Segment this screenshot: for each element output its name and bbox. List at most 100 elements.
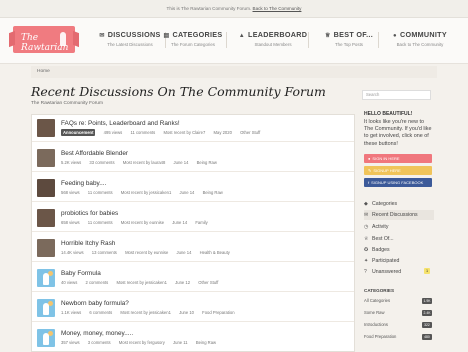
avatar[interactable]: [37, 149, 55, 167]
tag-icon: ◆: [364, 201, 368, 207]
nav-leaderboard[interactable]: ▲ LEADERBOARD Standout Members: [235, 30, 311, 47]
comment-count: 11 comments: [87, 190, 113, 195]
breadcrumb-home-link[interactable]: Home: [37, 69, 50, 74]
nav-community[interactable]: ● COMMUNITY Back to The Community: [382, 30, 458, 47]
most-recent-by[interactable]: Most recent by eunnise: [125, 250, 168, 255]
trophy-icon: ♕: [324, 33, 331, 39]
discussion-title[interactable]: Newborn baby formula?: [61, 300, 129, 307]
most-recent-by[interactable]: Most recent by jessicaken1: [120, 310, 171, 315]
discussion-title[interactable]: Best Affordable Blender: [61, 150, 128, 157]
discussion-title[interactable]: probiotics for babies: [61, 210, 118, 217]
avatar[interactable]: [37, 119, 55, 137]
category-link[interactable]: Other Stuff: [198, 280, 218, 285]
discussion-row[interactable]: Horrible Itchy Rash 14.4K views 13 comme…: [32, 235, 354, 262]
avatar[interactable]: [37, 209, 55, 227]
category-link[interactable]: Food Preparation: [202, 310, 234, 315]
sidebar-item-best-of[interactable]: ♕ Best Of...: [364, 234, 434, 244]
most-recent-by[interactable]: Most recent by eunnise: [121, 220, 164, 225]
category-label: Introductions: [364, 322, 388, 327]
avatar[interactable]: [37, 329, 55, 347]
discussion-title[interactable]: Horrible Itchy Rash: [61, 240, 115, 247]
view-count: 1.1K views: [61, 310, 82, 315]
site-logo[interactable]: The Rawtarian: [13, 26, 75, 53]
category-item-some-raw[interactable]: Some Raw 2.4K: [364, 308, 432, 318]
default-avatar-icon: [43, 273, 49, 285]
breadcrumb: Home: [31, 66, 437, 78]
sidebar-item-participated[interactable]: ✦ Participated: [364, 256, 434, 266]
last-date: May 2020: [213, 130, 232, 135]
category-link[interactable]: Being Raw: [197, 160, 217, 165]
discussion-row[interactable]: FAQs re: Points, Leaderboard and Ranks! …: [32, 115, 354, 142]
back-to-community-link[interactable]: Back to The Community: [253, 6, 302, 11]
most-recent-by[interactable]: Most recent by Claire7: [163, 130, 205, 135]
logo-text: The Rawtarian: [21, 33, 69, 53]
sidebar-item-label: Badges: [372, 247, 390, 253]
discussion-title[interactable]: Baby Formula: [61, 270, 101, 277]
comment-count: 33 comments: [89, 160, 115, 165]
signup-label: SIGNUP HERE: [373, 168, 401, 173]
view-count: 40 views: [61, 280, 78, 285]
discussion-title[interactable]: Money, money, money.....: [61, 330, 133, 337]
category-item-all[interactable]: All Categories 1.9K: [364, 296, 432, 306]
discussion-row[interactable]: Best Affordable Blender 5.2K views 33 co…: [32, 145, 354, 172]
category-link[interactable]: Family: [195, 220, 207, 225]
clock-icon: ◷: [364, 224, 369, 230]
sidebar-item-categories[interactable]: ◆ Categories: [364, 199, 434, 209]
nav-best-of[interactable]: ♕ BEST OF... The Top Posts: [311, 30, 387, 47]
category-link[interactable]: Being Raw: [203, 190, 223, 195]
discussion-row[interactable]: Money, money, money..... 357 views 3 com…: [32, 325, 354, 351]
sidebar-item-label: Best Of...: [372, 236, 394, 242]
facebook-icon: f: [368, 180, 370, 185]
default-avatar-icon: [43, 303, 49, 315]
nav-divider: [308, 32, 309, 48]
avatar[interactable]: [37, 269, 55, 287]
sidebar-item-badges[interactable]: ✪ Badges: [364, 245, 434, 255]
last-date: June 14: [176, 250, 192, 255]
default-avatar-icon: [43, 333, 49, 345]
discussion-title[interactable]: Feeding baby....: [61, 180, 106, 187]
avatar[interactable]: [37, 299, 55, 317]
nav-categories[interactable]: ▤ CATEGORIES The Forum Categories: [155, 30, 231, 47]
avatar[interactable]: [37, 179, 55, 197]
category-link[interactable]: Health & Beauty: [200, 250, 230, 255]
nav-community-label: COMMUNITY: [399, 30, 447, 39]
category-link[interactable]: Other Stuff: [240, 130, 260, 135]
category-item-food-preparation[interactable]: Food Preparation 480: [364, 332, 432, 342]
sidebar-item-label: Participated: [372, 258, 400, 264]
category-item-introductions[interactable]: Introductions 322: [364, 320, 432, 330]
discussion-row[interactable]: probiotics for babies 658 views 11 comme…: [32, 205, 354, 232]
most-recent-by[interactable]: Most recent by fergusory: [119, 340, 165, 345]
discussion-row[interactable]: Feeding baby.... 568 views 11 comments M…: [32, 175, 354, 202]
most-recent-by[interactable]: Most recent by jessicaken1: [116, 280, 167, 285]
comment-count: 3 comments: [87, 340, 111, 345]
folder-icon: ▤: [163, 33, 170, 39]
lock-icon: ●: [368, 156, 371, 161]
category-link[interactable]: Being Raw: [196, 340, 216, 345]
nav-divider: [226, 32, 227, 48]
last-date: June 14: [173, 160, 189, 165]
nav-categories-label: CATEGORIES: [172, 30, 223, 39]
discussion-meta: 14.4K views 13 comments Most recent by e…: [61, 250, 237, 255]
signup-button[interactable]: ✎ SIGNUP HERE: [364, 166, 432, 175]
user-icon: ●: [393, 33, 397, 39]
category-count: 1.9K: [422, 298, 432, 304]
facebook-signup-button[interactable]: f SIGNUP USING FACEBOOK: [364, 178, 432, 187]
sidebar-item-recent-discussions[interactable]: ✉ Recent Discussions: [364, 210, 434, 220]
most-recent-by[interactable]: Most recent by laura48: [123, 160, 166, 165]
trophy-icon: ♕: [364, 236, 369, 242]
most-recent-by[interactable]: Most recent by jessicaken1: [121, 190, 172, 195]
avatar[interactable]: [37, 239, 55, 257]
view-count: 658 views: [61, 220, 80, 225]
last-date: June 11: [173, 340, 188, 345]
comment-count: 11 comments: [87, 220, 113, 225]
sidebar-item-label: Unanswered: [372, 269, 402, 275]
search-input[interactable]: Search: [362, 90, 431, 100]
discussion-row[interactable]: Newborn baby formula? 1.1K views 6 comme…: [32, 295, 354, 322]
discussion-row[interactable]: Baby Formula 40 views 2 comments Most re…: [32, 265, 354, 292]
nav-leaderboard-sub: Standout Members: [254, 42, 292, 47]
discussion-title[interactable]: FAQs re: Points, Leaderboard and Ranks!: [61, 120, 180, 127]
last-date: June 14: [179, 190, 195, 195]
graduation-icon: ▲: [238, 33, 246, 39]
sign-in-button[interactable]: ● SIGN IN HERE: [364, 154, 432, 163]
sidebar-item-activity[interactable]: ◷ Activity: [364, 222, 434, 232]
